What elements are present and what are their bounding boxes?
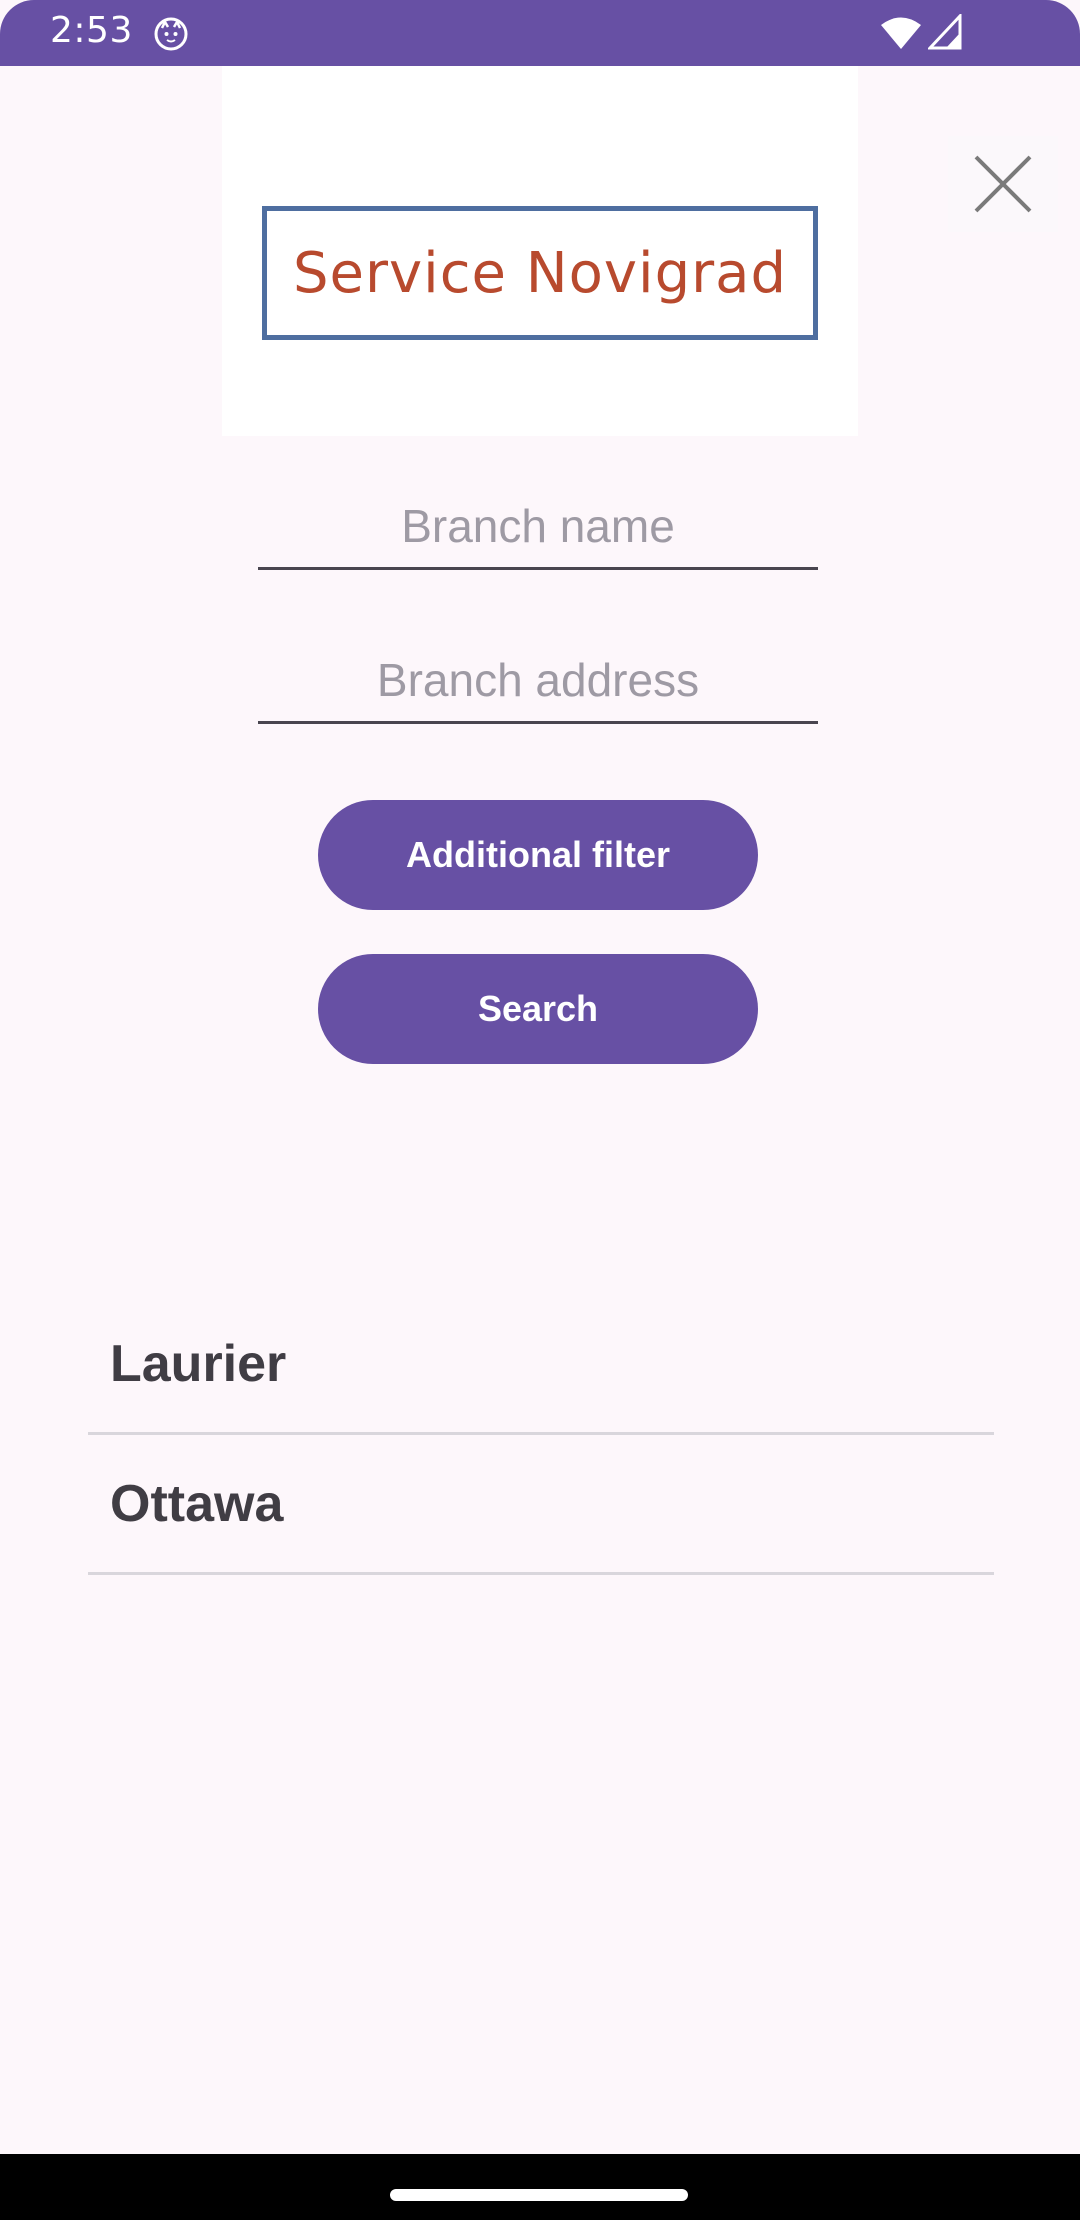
status-time: 2:53	[50, 10, 133, 51]
branch-address-input[interactable]	[258, 638, 818, 721]
branch-address-field	[258, 638, 818, 724]
status-bar: 2:53	[0, 0, 1080, 66]
branch-name-input[interactable]	[258, 484, 818, 567]
home-gesture-handle[interactable]	[390, 2189, 688, 2201]
search-branch-screen: 2:53 Service Novigrad Branch name Branch…	[0, 0, 1080, 2220]
close-icon	[974, 155, 1032, 213]
navigation-bar	[0, 2154, 1080, 2220]
list-item[interactable]: Ottawa	[88, 1435, 994, 1575]
list-item[interactable]: Laurier	[88, 1295, 994, 1435]
branch-name-label: Laurier	[110, 1334, 287, 1393]
branch-name-label: Ottawa	[110, 1474, 284, 1533]
wifi-icon	[880, 16, 922, 50]
cellular-signal-icon	[926, 12, 962, 50]
close-button[interactable]	[948, 136, 1058, 232]
branch-list: Laurier Ottawa	[88, 1295, 994, 1575]
branch-name-field	[258, 484, 818, 570]
search-button[interactable]: Search	[318, 954, 758, 1064]
additional-filter-button[interactable]: Additional filter	[318, 800, 758, 910]
service-novigrad-logo: Service Novigrad	[262, 206, 818, 340]
cat-notification-icon	[153, 16, 189, 52]
logo-text: Service Novigrad	[292, 240, 788, 306]
logo-panel: Service Novigrad	[222, 66, 858, 436]
